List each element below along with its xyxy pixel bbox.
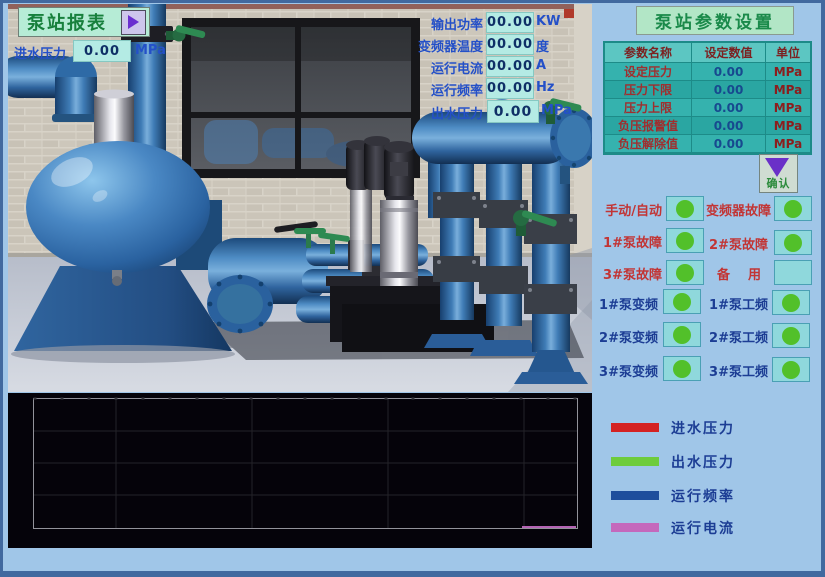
inverter-temp-unit: 度: [536, 36, 549, 55]
manual-auto-label: 手动/自动: [594, 200, 662, 219]
lamp-on: [784, 234, 802, 252]
output-power-label: 输出功率: [391, 14, 483, 33]
spare-label: 备 用: [709, 264, 769, 283]
param-value-input[interactable]: 0.00: [692, 117, 766, 135]
pump2-fault-lamp: [774, 230, 812, 255]
param-unit: MPa: [766, 135, 810, 153]
legend-label-frequency: 运行频率: [671, 486, 735, 506]
spare-lamp: [774, 260, 812, 285]
pump3-vfd-lamp: [663, 356, 701, 381]
param-value-input[interactable]: 0.00: [692, 63, 766, 81]
param-value-input[interactable]: 0.00: [692, 99, 766, 117]
legend-swatch-inlet: [611, 423, 659, 432]
pump3-mains-label: 3#泵工频: [704, 361, 768, 380]
header-param-name: 参数名称: [605, 43, 692, 63]
pump3-vfd-label: 3#泵变频: [596, 361, 658, 380]
outlet-pressure-unit: MPa: [541, 103, 572, 118]
trend-chart: [8, 393, 592, 548]
param-name: 压力上限: [605, 99, 692, 117]
lamp-on: [782, 294, 800, 312]
table-row: 设定压力 0.00 MPa: [605, 63, 810, 81]
outlet-pressure-value: 0.00: [487, 100, 539, 123]
param-value-input[interactable]: 0.00: [692, 81, 766, 99]
header-unit: 单位: [766, 43, 810, 63]
param-unit: MPa: [766, 99, 810, 117]
pump1-vfd-lamp: [663, 289, 701, 314]
pump3-fault-label: 3#泵故障: [598, 264, 662, 283]
inlet-pressure-value: 0.00: [73, 40, 131, 62]
table-row: 压力上限 0.00 MPa: [605, 99, 810, 117]
lamp-on: [676, 200, 694, 218]
run-current-label: 运行电流: [391, 58, 483, 77]
table-row: 负压解除值 0.00 MPa: [605, 135, 810, 153]
param-unit: MPa: [766, 81, 810, 99]
header-set-value: 设定数值: [692, 43, 766, 63]
report-button[interactable]: 泵站报表: [18, 7, 150, 37]
play-arrow-icon[interactable]: [121, 10, 146, 35]
run-current-value: 00.00: [486, 56, 534, 77]
confirm-button[interactable]: 确认: [759, 154, 798, 193]
pump1-mains-label: 1#泵工频: [704, 294, 768, 313]
param-unit: MPa: [766, 63, 810, 81]
pump2-mains-lamp: [772, 323, 810, 348]
lamp-on: [673, 360, 691, 378]
param-name: 设定压力: [605, 63, 692, 81]
pump2-mains-label: 2#泵工频: [704, 327, 768, 346]
param-value-input[interactable]: 0.00: [692, 135, 766, 153]
param-name: 压力下限: [605, 81, 692, 99]
inlet-pressure-unit: MPa: [135, 43, 166, 58]
pump2-vfd-lamp: [663, 322, 701, 347]
pump1-mains-lamp: [772, 290, 810, 315]
param-unit: MPa: [766, 117, 810, 135]
settings-table-header: 参数名称 设定数值 单位: [605, 43, 810, 63]
output-power-value: 00.00: [486, 12, 534, 33]
inlet-pressure-label: 进水压力: [14, 43, 66, 62]
lamp-on: [782, 361, 800, 379]
pump3-mains-lamp: [772, 357, 810, 382]
param-name: 负压解除值: [605, 135, 692, 153]
pump2-fault-label: 2#泵故障: [704, 234, 768, 253]
confirm-button-label: 确认: [760, 175, 797, 191]
pump1-vfd-label: 1#泵变频: [596, 294, 658, 313]
lamp-on: [782, 327, 800, 345]
vfd-fault-label: 变频器故障: [701, 200, 771, 219]
output-power-unit: KW: [536, 14, 560, 29]
pump2-vfd-label: 2#泵变频: [596, 327, 658, 346]
inverter-temp-label: 变频器温度: [391, 36, 483, 55]
pump1-fault-label: 1#泵故障: [598, 232, 662, 251]
report-button-label: 泵站报表: [27, 9, 107, 35]
settings-table: 参数名称 设定数值 单位 设定压力 0.00 MPa 压力下限 0.00 MPa…: [603, 41, 812, 155]
table-row: 压力下限 0.00 MPa: [605, 81, 810, 99]
legend-label-outlet: 出水压力: [671, 452, 735, 472]
settings-panel-title: 泵站参数设置: [636, 6, 794, 35]
lamp-on: [784, 200, 802, 218]
pump1-fault-lamp: [666, 228, 704, 253]
table-row: 负压报警值 0.00 MPa: [605, 117, 810, 135]
lamp-on: [673, 326, 691, 344]
run-frequency-unit: Hz: [536, 80, 554, 95]
lamp-on: [676, 264, 694, 282]
vfd-fault-lamp: [774, 196, 812, 221]
outlet-pressure-label: 出水压力: [391, 103, 483, 122]
lamp-on: [673, 293, 691, 311]
pump-station-hmi-screen: 泵站报表 进水压力 0.00 MPa 输出功率 00.00 KW 变频器温度 0…: [0, 0, 825, 577]
legend-swatch-outlet: [611, 457, 659, 466]
param-name: 负压报警值: [605, 117, 692, 135]
legend-swatch-frequency: [611, 491, 659, 500]
run-frequency-label: 运行频率: [391, 80, 483, 99]
legend-label-inlet: 进水压力: [671, 418, 735, 438]
manual-auto-lamp: [666, 196, 704, 221]
lamp-on: [676, 232, 694, 250]
inverter-temp-value: 00.00: [486, 34, 534, 55]
legend-swatch-current: [611, 523, 659, 532]
run-current-unit: A: [536, 58, 546, 73]
run-frequency-value: 00.00: [486, 78, 534, 99]
trend-chart-plot: [8, 393, 592, 548]
legend-label-current: 运行电流: [671, 518, 735, 538]
pump3-fault-lamp: [666, 260, 704, 285]
